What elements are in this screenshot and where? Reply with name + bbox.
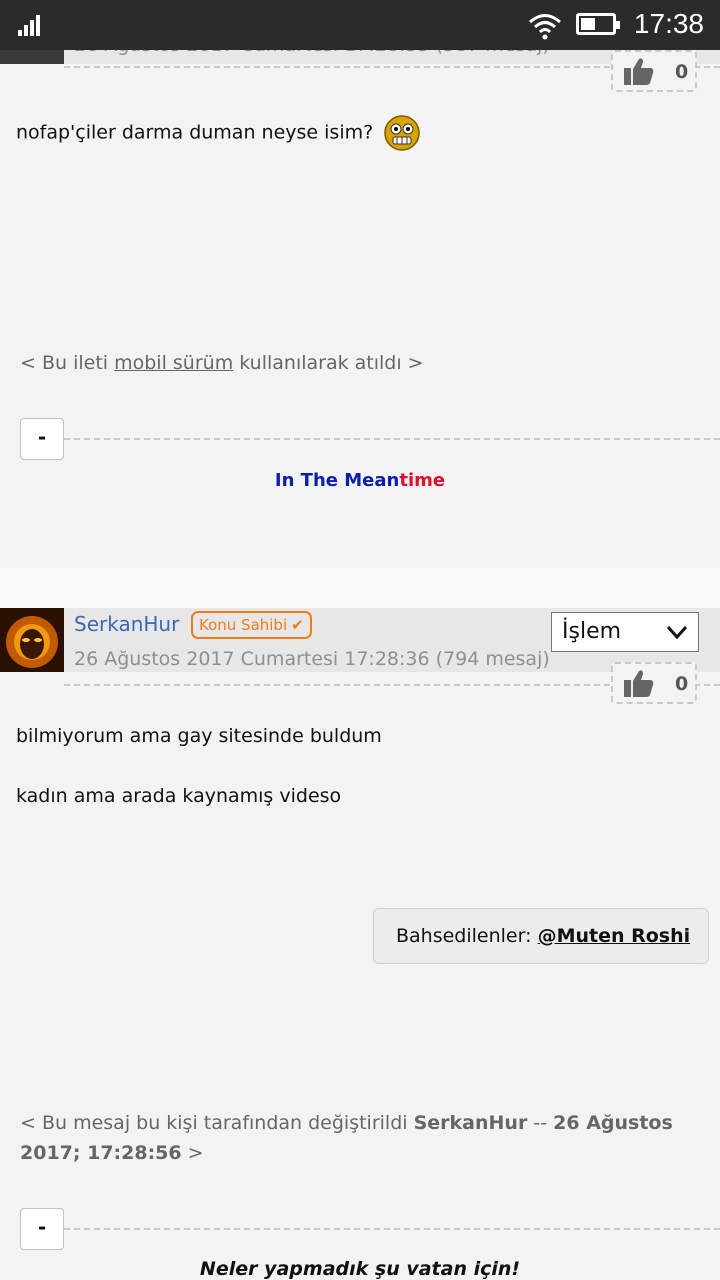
edit-note: < Bu mesaj bu kişi tarafından değiştiril…	[20, 1112, 673, 1164]
divider	[64, 438, 720, 440]
post-text-line: kadın ama arada kaynamış videso	[16, 785, 342, 807]
divider	[64, 1228, 720, 1230]
like-count: 0	[675, 673, 689, 695]
avatar[interactable]	[0, 608, 64, 672]
chevron-down-icon	[666, 625, 688, 640]
thumbs-up-icon	[624, 670, 654, 697]
post-meta: 26 Ağustos 2017 Cumartesi 17:28:36 (794 …	[74, 648, 550, 670]
post-separator	[0, 568, 720, 608]
wifi-icon	[529, 14, 561, 40]
check-icon: ✔	[291, 616, 304, 634]
signature: In The Meantime	[274, 470, 446, 491]
mobile-note: < Bu ileti mobil sürüm kullanılarak atıl…	[20, 352, 424, 374]
username[interactable]: SerkanHur	[74, 612, 179, 636]
status-bar: 17:38	[0, 0, 720, 50]
collapse-signature-button[interactable]: -	[20, 1208, 64, 1250]
mentioned-user-link[interactable]: @Muten Roshi	[538, 925, 691, 947]
like-count: 0	[675, 61, 689, 83]
clock: 17:38	[633, 8, 704, 39]
mobile-version-link[interactable]: mobil sürüm	[114, 352, 233, 374]
thread-owner-badge: Konu Sahibi ✔	[191, 611, 312, 639]
action-select[interactable]: İşlem	[551, 612, 699, 652]
signature: Neler yapmadık şu vatan için!	[199, 1258, 521, 1280]
battery-icon	[576, 13, 620, 35]
mentions-box: Bahsedilenler: @Muten Roshi	[373, 908, 709, 964]
collapse-signature-button[interactable]: -	[20, 418, 64, 460]
like-button[interactable]: 0	[611, 662, 697, 704]
thumbs-up-icon	[624, 58, 654, 85]
post-text-line: bilmiyorum ama gay sitesinde buldum	[16, 725, 382, 747]
post-text: nofap'çiler darma duman neyse isim?	[16, 114, 421, 152]
like-button[interactable]: 0	[611, 50, 697, 92]
emoji-icon	[384, 115, 420, 151]
signal-icon	[18, 14, 44, 36]
